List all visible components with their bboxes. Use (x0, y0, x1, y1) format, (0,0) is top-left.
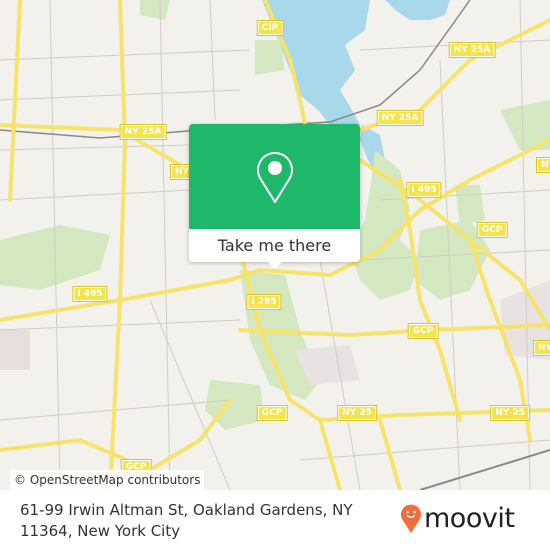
road-shield-i295: I 295 (246, 294, 282, 310)
road-shield-ny: NY (532, 340, 550, 356)
road-shield-ny25: NY 25 (490, 405, 530, 421)
take-me-there-button[interactable]: Take me there (189, 229, 360, 262)
road-shield-cip: CIP (256, 20, 284, 36)
footer: 61-99 Irwin Altman St, Oakland Gardens, … (0, 490, 550, 550)
park (455, 185, 485, 225)
road-shield-ny25a: NY 25A (119, 124, 167, 140)
road-shield-i495: I 495 (72, 286, 108, 302)
road-shield-gcp: GCP (256, 405, 288, 421)
moovit-logo: moovit (400, 502, 515, 534)
popup-pointer (267, 261, 283, 269)
road-shield-i495: I 495 (406, 182, 442, 198)
brand-name: moovit (424, 502, 515, 534)
road-shield-ny25: NY 25 (337, 405, 377, 421)
map-attribution[interactable]: © OpenStreetMap contributors (10, 470, 205, 490)
address-text: 61-99 Irwin Altman St, Oakland Gardens, … (20, 501, 353, 540)
destination-popup: Take me there (189, 124, 360, 269)
park (255, 40, 285, 75)
road-shield-ny25a: NY 25A (448, 42, 496, 58)
moovit-pin-icon (401, 504, 421, 533)
park (0, 330, 30, 370)
road-shield-ny: NY (535, 157, 550, 173)
map[interactable]: CIP NY 25A NY 25A NY 25A NY I 495 GCP I … (0, 0, 550, 492)
road-shield-ny25a: NY 25A (376, 110, 424, 126)
road-shield-gcp: GCP (476, 222, 508, 238)
location-pin-icon (256, 151, 293, 203)
road-shield-gcp: GCP (407, 323, 439, 339)
